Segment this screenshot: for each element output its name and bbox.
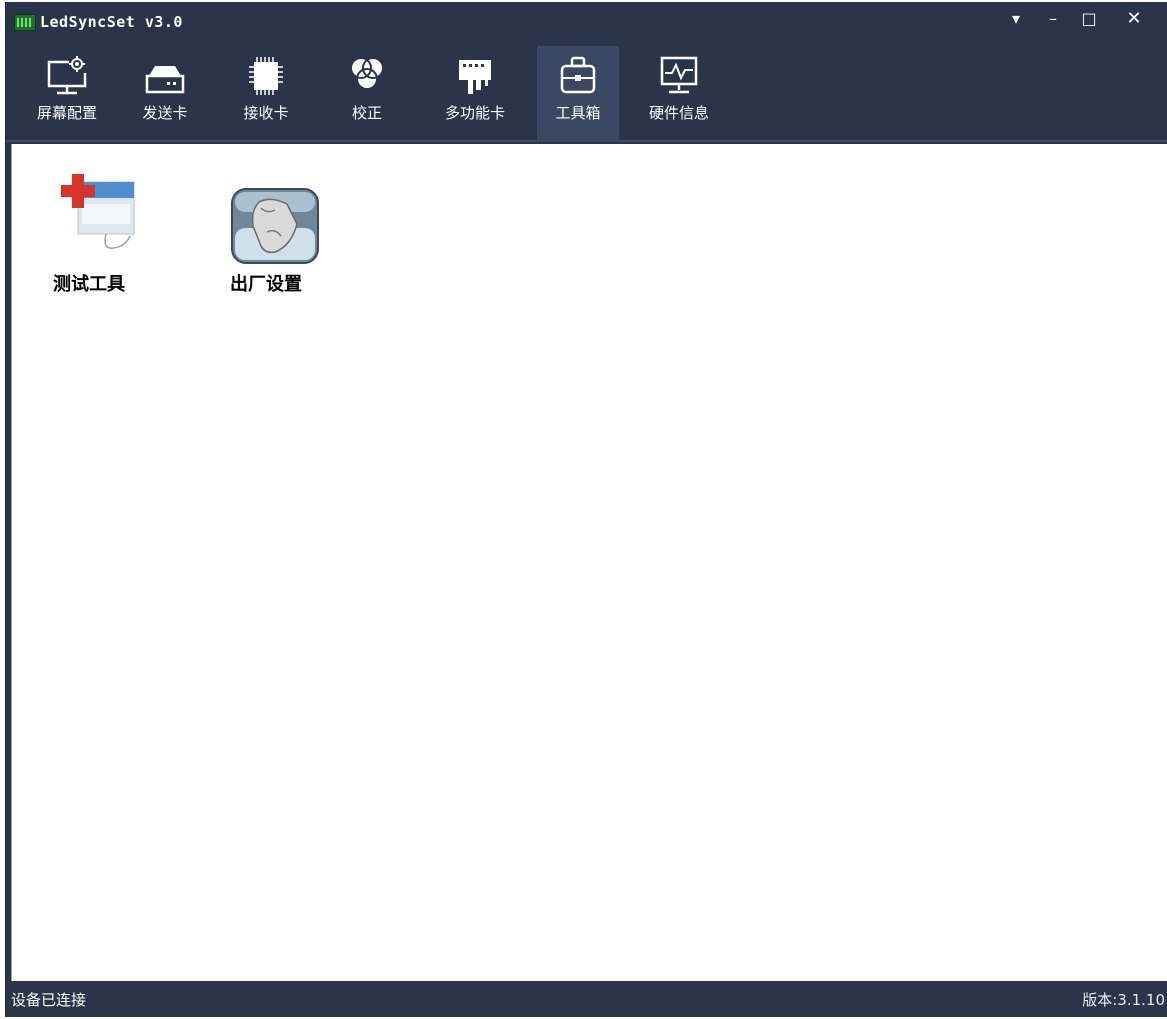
factory-settings-icon	[231, 188, 319, 264]
app-logo-icon	[14, 14, 36, 31]
test-tool-item[interactable]: 测试工具	[24, 174, 154, 295]
tab-label: 硬件信息	[648, 104, 709, 122]
menu-dropdown-button[interactable]: ▾	[1001, 8, 1031, 30]
minimize-button[interactable]: –	[1038, 8, 1068, 30]
multifunction-card-icon	[459, 60, 491, 94]
tab-label: 接收卡	[243, 104, 289, 122]
test-tool-label: 测试工具	[53, 274, 125, 295]
app-title: LedSyncSet v3.0	[40, 13, 183, 31]
maximize-button[interactable]: □	[1074, 8, 1104, 30]
tab-sender-card[interactable]: 发送卡	[124, 46, 206, 142]
version-label: 版本:3.1.10	[1082, 991, 1165, 1009]
factory-settings-label: 出厂设置	[230, 274, 302, 295]
close-button[interactable]: ✕	[1119, 8, 1149, 30]
test-tool-icon	[61, 174, 135, 249]
sender-card-icon	[145, 66, 185, 94]
tab-toolbox[interactable]: 工具箱	[537, 46, 619, 142]
tab-label: 工具箱	[555, 104, 601, 122]
tab-label: 多功能卡	[444, 104, 505, 122]
tab-label: 发送卡	[142, 104, 188, 122]
connection-status: 设备已连接	[11, 991, 87, 1009]
tab-screen-config[interactable]: 屏幕配置	[26, 46, 108, 142]
tab-receiver-card[interactable]: 接收卡	[225, 46, 307, 142]
toolbox-icon	[560, 56, 596, 94]
factory-settings-item[interactable]: 出厂设置	[201, 174, 331, 295]
tab-calibration[interactable]: 校正	[326, 46, 408, 142]
app-window: LedSyncSet v3.0 ▾ – □ ✕ 屏幕配置 发送卡 接收卡 校正 …	[5, 2, 1167, 1017]
toolbox-panel: 测试工具 出厂设置	[11, 144, 1167, 981]
color-circles-icon	[350, 57, 384, 90]
tab-label: 屏幕配置	[36, 104, 97, 122]
hardware-monitor-icon	[660, 56, 698, 94]
monitor-gear-icon	[47, 55, 87, 95]
tab-multifunction-card[interactable]: 多功能卡	[434, 46, 516, 142]
tab-hardware-info[interactable]: 硬件信息	[638, 46, 720, 142]
chip-icon	[249, 57, 283, 95]
main-toolbar: 屏幕配置 发送卡 接收卡 校正 多功能卡 工具箱 硬件信息	[6, 42, 1167, 142]
title-bar: LedSyncSet v3.0 ▾ – □ ✕	[6, 2, 1167, 42]
status-bar: 设备已连接 版本:3.1.10	[6, 981, 1167, 1017]
tab-label: 校正	[351, 104, 382, 122]
